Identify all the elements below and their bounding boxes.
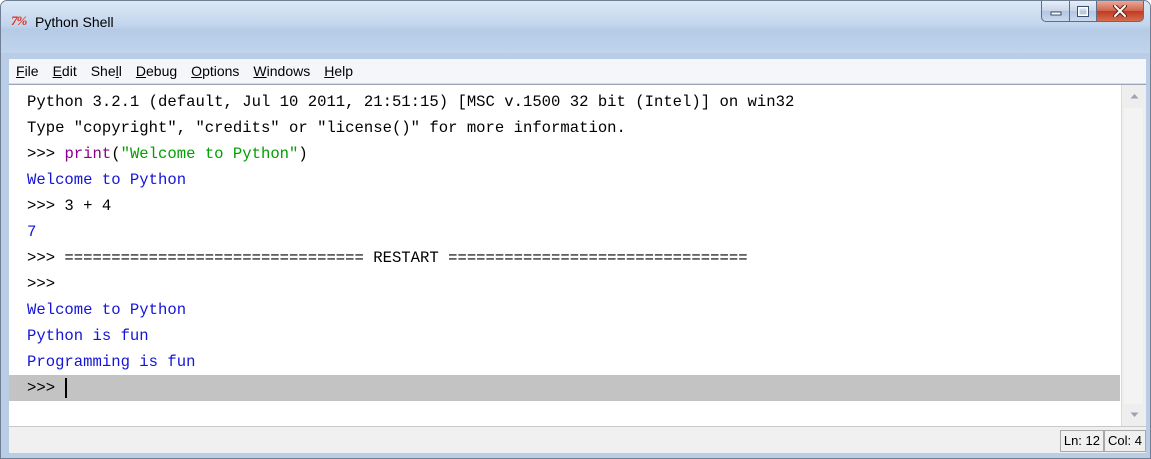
minimize-button[interactable] xyxy=(1041,1,1070,22)
status-column-number: Col: 4 xyxy=(1104,430,1146,452)
shell-line-output: Python is fun xyxy=(27,327,149,345)
scroll-up-arrow-icon xyxy=(1130,94,1138,99)
shell-text-area[interactable]: Python 3.2.1 (default, Jul 10 2011, 21:5… xyxy=(9,84,1146,426)
shell-current-input-line[interactable]: >>> xyxy=(9,375,1120,401)
scrollbar-track[interactable] xyxy=(1124,108,1143,404)
caption-buttons xyxy=(1041,1,1144,23)
vertical-scrollbar[interactable] xyxy=(1121,85,1146,426)
menu-windows[interactable]: Windows xyxy=(246,60,317,82)
shell-line-restart: >>> ================================ RES… xyxy=(27,249,748,267)
maximize-icon xyxy=(1077,5,1089,17)
window-title: Python Shell xyxy=(35,14,114,30)
maximize-button[interactable] xyxy=(1070,1,1097,22)
scroll-down-arrow-icon xyxy=(1130,412,1138,417)
menu-debug[interactable]: Debug xyxy=(129,60,184,82)
shell-line-output: Welcome to Python xyxy=(27,301,187,319)
shell-line-output: Programming is fun xyxy=(27,353,196,371)
scroll-down-button[interactable] xyxy=(1122,404,1146,426)
shell-line-output: Welcome to Python xyxy=(27,171,187,189)
python-shell-window: 7% Python Shell File Edit Shell Debug Op… xyxy=(0,0,1151,459)
status-line-number: Ln: 12 xyxy=(1059,430,1104,452)
menu-help[interactable]: Help xyxy=(317,60,360,82)
shell-line-input: >>> 3 + 4 xyxy=(27,197,112,215)
shell-line-output: 7 xyxy=(27,223,37,241)
shell-lines: Python 3.2.1 (default, Jul 10 2011, 21:5… xyxy=(9,89,1120,401)
shell-line-print-call: >>> print("Welcome to Python") xyxy=(27,145,308,163)
menu-bar: File Edit Shell Debug Options Windows He… xyxy=(9,59,1146,84)
title-bar[interactable]: 7% Python Shell xyxy=(1,1,1150,53)
close-button[interactable] xyxy=(1097,1,1144,22)
menu-shell[interactable]: Shell xyxy=(84,60,129,82)
minimize-icon xyxy=(1050,11,1061,16)
text-cursor xyxy=(65,377,68,398)
scroll-up-button[interactable] xyxy=(1122,85,1146,107)
close-icon xyxy=(1113,5,1127,17)
menu-file[interactable]: File xyxy=(9,60,46,82)
shell-line-banner: Python 3.2.1 (default, Jul 10 2011, 21:5… xyxy=(27,93,795,111)
shell-line-prompt: >>> xyxy=(27,275,65,293)
shell-line-info: Type "copyright", "credits" or "license(… xyxy=(27,119,626,137)
menu-options[interactable]: Options xyxy=(184,60,246,82)
menu-edit[interactable]: Edit xyxy=(46,60,84,82)
status-bar: Ln: 12 Col: 4 xyxy=(9,426,1146,453)
idle-app-icon: 7% xyxy=(11,13,27,28)
